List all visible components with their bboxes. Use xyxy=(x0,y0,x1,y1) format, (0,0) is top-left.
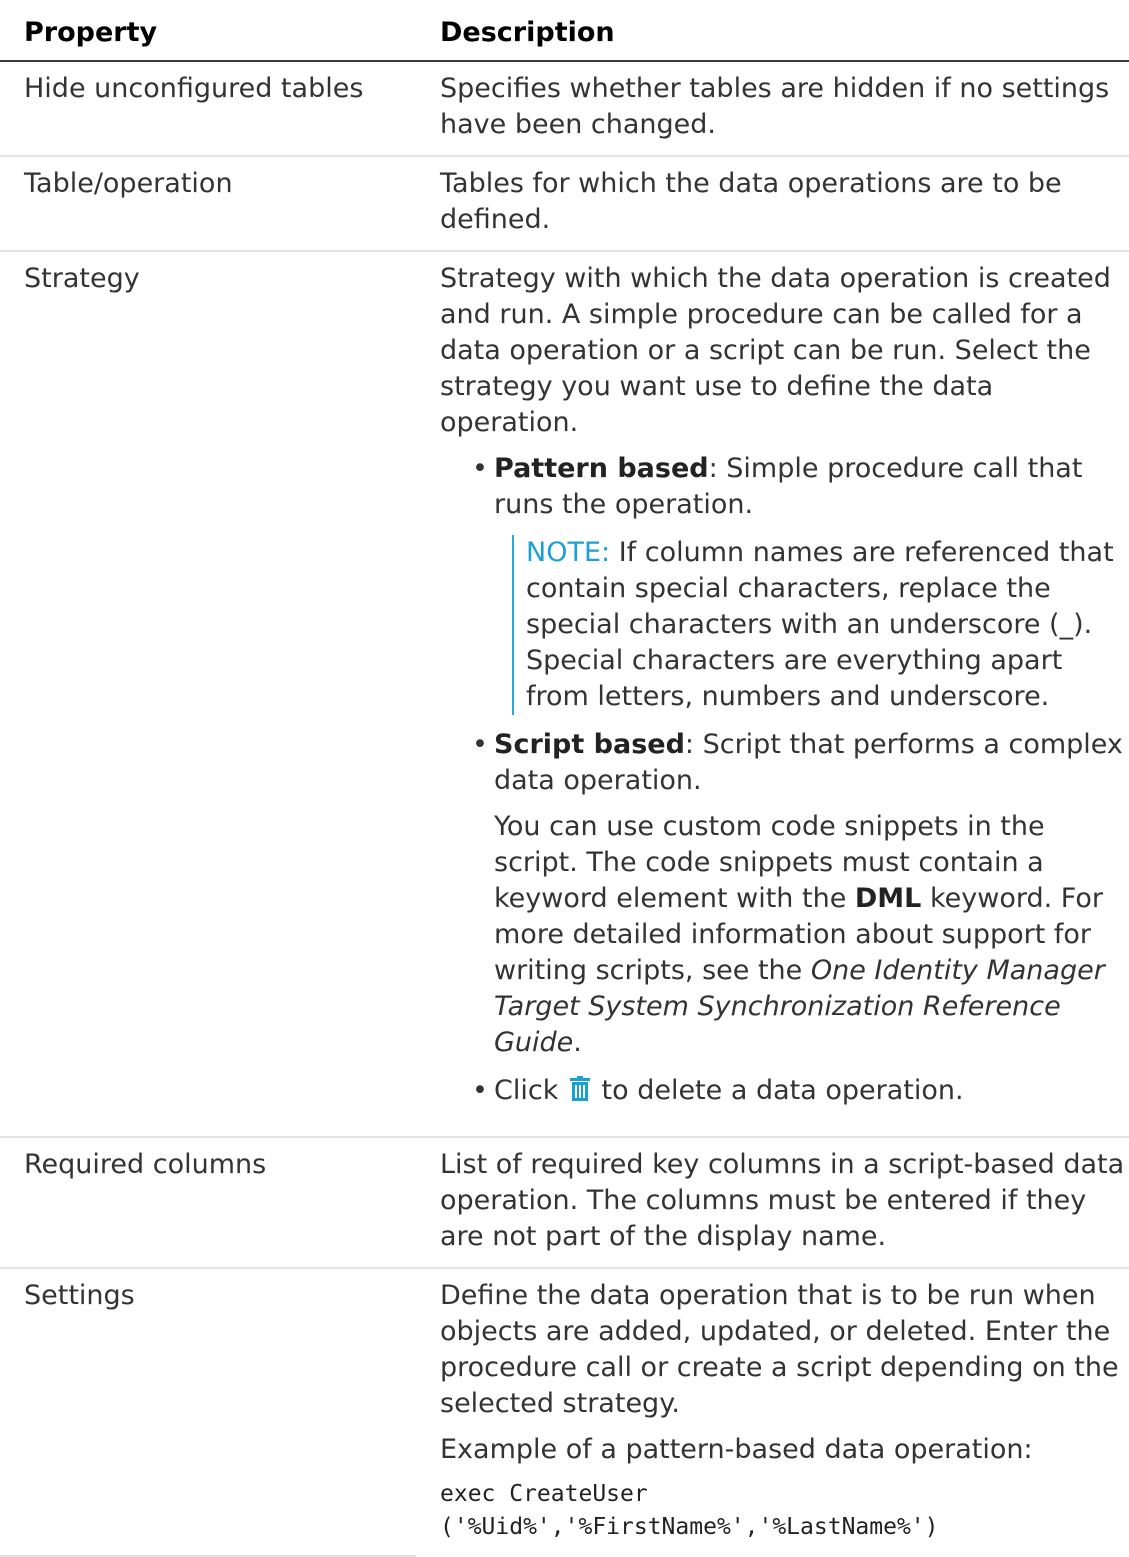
term-pattern-based: Pattern based xyxy=(494,453,709,484)
description-text: Tables for which the data operations are… xyxy=(440,168,1062,235)
code-line: ('%Uid%','%FirstName%','%LastName%') xyxy=(440,1514,939,1540)
code-line: exec CreateUser xyxy=(440,1481,648,1507)
table-row: Table/operation Tables for which the dat… xyxy=(0,156,1129,252)
property-cell: Table/operation xyxy=(0,156,416,252)
property-cell: Settings xyxy=(0,1268,416,1557)
script-paragraph: You can use custom code snippets in the … xyxy=(494,809,1129,1061)
description-cell: Define the data operation that is to be … xyxy=(416,1268,1129,1556)
description-text: Define the data operation that is to be … xyxy=(440,1280,1119,1419)
table-row: Strategy Strategy with which the data op… xyxy=(0,251,1129,1138)
property-cell: Required columns xyxy=(0,1137,416,1269)
description-cell: Tables for which the data operations are… xyxy=(416,156,1129,252)
note-text: If column names are referenced that cont… xyxy=(526,537,1114,712)
trash-icon xyxy=(569,1076,591,1112)
description-text: Specifies whether tables are hidden if n… xyxy=(440,73,1110,140)
note-block: NOTE: If column names are referenced tha… xyxy=(512,535,1129,715)
description-cell: List of required key columns in a script… xyxy=(416,1137,1129,1269)
table-row: Required columns List of required key co… xyxy=(0,1137,1129,1269)
header-property: Property xyxy=(0,0,416,62)
delete-text: to delete a data operation. xyxy=(592,1075,964,1106)
table-row: Settings Define the data operation that … xyxy=(0,1268,1129,1557)
example-label: Example of a pattern-based data operatio… xyxy=(440,1434,1033,1465)
description-cell: Specifies whether tables are hidden if n… xyxy=(416,61,1129,157)
list-item-script-based: Script based: Script that performs a com… xyxy=(472,727,1129,1061)
note-label: NOTE: xyxy=(526,537,611,568)
property-cell: Hide unconfigured tables xyxy=(0,61,416,157)
term-script-based: Script based xyxy=(494,729,685,760)
list-item-pattern-based: Pattern based: Simple procedure call tha… xyxy=(472,451,1129,715)
click-text: Click xyxy=(494,1075,567,1106)
description-text: Strategy with which the data operation i… xyxy=(440,263,1111,438)
description-text: List of required key columns in a script… xyxy=(440,1149,1125,1252)
property-cell: Strategy xyxy=(0,251,416,1138)
properties-table: Property Description Hide unconfigured t… xyxy=(0,0,1129,1557)
keyword-dml: DML xyxy=(854,883,922,914)
header-description: Description xyxy=(416,0,1129,62)
table-row: Hide unconfigured tables Specifies wheth… xyxy=(0,61,1129,157)
script-paragraph-text: . xyxy=(573,1027,582,1058)
strategy-list: Pattern based: Simple procedure call tha… xyxy=(440,451,1129,1112)
description-cell: Strategy with which the data operation i… xyxy=(416,251,1129,1138)
table-header-row: Property Description xyxy=(0,0,1129,62)
list-item-delete: Click to delete a data operation. xyxy=(472,1073,1129,1112)
